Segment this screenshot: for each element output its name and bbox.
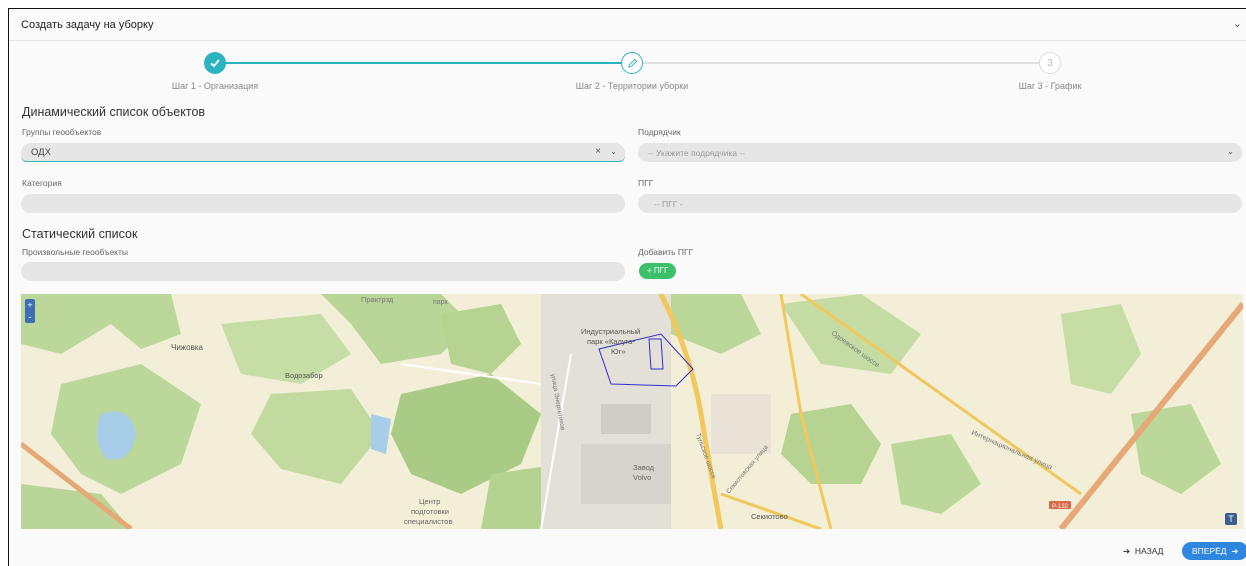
form-header[interactable]: Создать задачу на уборку ⌄ (9, 9, 1246, 41)
chevron-down-icon[interactable]: ⌄ (1227, 147, 1234, 156)
groups-select[interactable]: ОДХ × ⌄ (21, 143, 625, 162)
next-label: ВПЕРЁД (1192, 546, 1227, 556)
arrow-left-icon: ➔ (1123, 546, 1131, 556)
contractor-placeholder: -- Укажите подрядчика -- (648, 148, 746, 158)
stepper: Шаг 1 - Организация Шаг 2 - Территории у… (9, 49, 1246, 101)
map-label-chizhovka: Чижовка (171, 343, 204, 352)
map-label-industrial-1: Индустриальный (581, 327, 640, 336)
arbitrary-geo-label: Произвольные геообъекты (22, 247, 128, 257)
back-label: НАЗАД (1134, 546, 1164, 556)
stepper-line-done (223, 62, 623, 64)
step-1-circle[interactable] (204, 52, 226, 74)
map-label-zavod-2: Volvo (633, 473, 651, 482)
map-label-zavod-1: Завод (633, 463, 655, 472)
zoom-in-button[interactable]: + (25, 299, 35, 311)
groups-label: Группы геообъектов (22, 127, 102, 137)
dynamic-list-title: Динамический список объектов (22, 105, 206, 119)
map-label-vodozabor: Водозабор (285, 371, 323, 380)
chevron-down-icon[interactable]: ⌄ (1233, 17, 1242, 30)
category-select[interactable] (21, 194, 625, 213)
contractor-label: Подрядчик (638, 127, 681, 137)
add-pgg-button[interactable]: + ПГГ (639, 263, 677, 279)
static-list-title: Статический список (22, 227, 138, 241)
pgg-label: ПГГ (638, 178, 654, 188)
map-label-r132: Р-132 (1052, 504, 1069, 510)
step-3-circle[interactable]: 3 (1039, 52, 1061, 74)
stepper-line-pending (643, 62, 1043, 64)
form-title: Создать задачу на уборку (21, 19, 154, 31)
pencil-icon (627, 58, 637, 68)
map-label-industrial-2: парк «Калуга- (587, 337, 635, 346)
step-2-label: Шаг 2 - Территории уборки (575, 81, 689, 91)
task-form: Создать задачу на уборку ⌄ Шаг 1 - Орган… (8, 8, 1246, 566)
step-2-circle[interactable] (621, 52, 643, 74)
arbitrary-geo-select[interactable] (21, 262, 625, 281)
pgg-placeholder: -- ПГГ - (654, 199, 683, 209)
map-label-park: парк (433, 299, 449, 306)
chevron-down-icon[interactable]: ⌄ (610, 147, 617, 156)
add-pgg-label: Добавить ПГГ (638, 247, 694, 257)
check-icon (210, 59, 220, 68)
map-label-sekiotovo: Секиотово (751, 512, 788, 521)
map-label-center-1: Центр (419, 497, 440, 506)
step-3-label: Шаг 3 - График (1018, 81, 1082, 91)
map-label-center-2: подготовки (411, 507, 449, 516)
arrow-right-icon: ➔ (1231, 546, 1239, 556)
contractor-select[interactable]: -- Укажите подрядчика -- ⌄ (638, 143, 1242, 162)
map-view[interactable]: Чижовка Водозабор Практрзд парк Индустри… (21, 294, 1243, 529)
clear-icon[interactable]: × (595, 146, 601, 157)
map-provider-logo: T (1225, 513, 1237, 525)
map-label-industrial-3: Юг» (611, 347, 625, 356)
map-zoom-control[interactable]: + - (25, 299, 35, 323)
zoom-out-button[interactable]: - (25, 311, 35, 323)
pgg-select[interactable]: -- ПГГ - (638, 194, 1242, 213)
map-canvas[interactable]: Чижовка Водозабор Практрзд парк Индустри… (21, 294, 1243, 529)
step-3-number: 3 (1047, 57, 1053, 69)
category-label: Категория (22, 178, 62, 188)
map-label-praktrazd: Практрзд (361, 295, 394, 304)
next-button[interactable]: ВПЕРЁД ➔ (1182, 542, 1246, 560)
groups-value: ОДХ (31, 147, 51, 158)
step-1-label: Шаг 1 - Организация (171, 81, 259, 91)
back-button[interactable]: ➔ НАЗАД (1123, 546, 1163, 557)
map-label-center-3: специалистов (404, 517, 452, 526)
